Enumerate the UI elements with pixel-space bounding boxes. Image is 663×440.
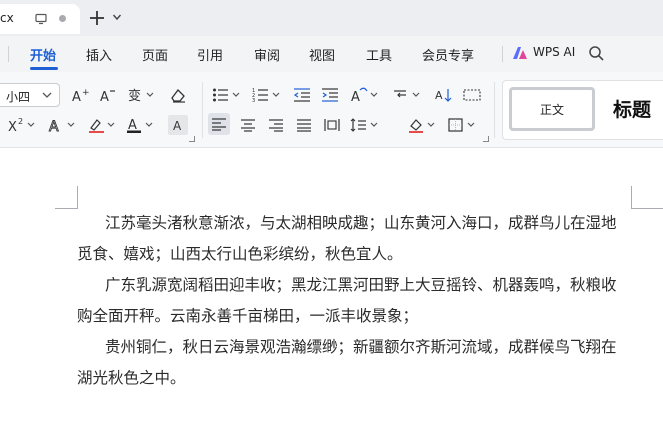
- highlight-icon[interactable]: [88, 115, 118, 135]
- paragraph-1[interactable]: 江苏毫头渚秋意渐浓，与太湖相映成趣；山东黄河入海口，成群鸟儿在湿地 觅食、嬉戏；…: [77, 208, 637, 270]
- menu-divider: [502, 46, 503, 62]
- tab-bar: cx: [0, 0, 663, 36]
- unsaved-dot-icon[interactable]: [59, 15, 66, 22]
- shrink-font-icon[interactable]: A: [98, 85, 118, 105]
- align-center-icon[interactable]: [238, 115, 258, 135]
- char-shading-icon[interactable]: A: [168, 115, 188, 135]
- tab-home[interactable]: 开始: [30, 45, 56, 64]
- tab-member[interactable]: 会员专享: [422, 45, 474, 64]
- distributed-align-icon[interactable]: [322, 115, 342, 135]
- superscript-icon[interactable]: X2: [8, 115, 38, 135]
- ribbon-toolbar: 小四 A + A 变 X2 A A A 123 A A 正文 标题: [0, 72, 663, 148]
- text-line: 购全面开秤。云南永善千亩梯田，一派丰收景象；: [77, 307, 419, 325]
- paragraph-2[interactable]: 广东乳源宽阔稻田迎丰收；黑龙江黑河田野上大豆摇铃、机器轰鸣，秋粮收 购全面开秤。…: [77, 270, 637, 332]
- grow-font-icon[interactable]: A +: [70, 85, 90, 105]
- active-tab-indicator: [30, 67, 58, 70]
- chevron-down-icon: [42, 92, 52, 98]
- svg-text:+: +: [82, 88, 89, 98]
- ribbon-divider: [494, 82, 495, 138]
- style-heading[interactable]: 标题: [613, 95, 651, 122]
- font-dialog-launcher-icon[interactable]: [189, 136, 195, 142]
- ribbon-divider: [202, 82, 203, 138]
- plus-icon[interactable]: [88, 9, 106, 27]
- font-size-select[interactable]: 小四: [0, 83, 60, 107]
- text-direction-icon[interactable]: A: [350, 85, 380, 105]
- phonetic-guide-icon[interactable]: 变: [128, 85, 156, 105]
- justify-icon[interactable]: [294, 115, 314, 135]
- search-icon[interactable]: [588, 45, 605, 62]
- svg-text:A: A: [351, 90, 360, 103]
- text-line: 广东乳源宽阔稻田迎丰收；黑龙江黑河田野上大豆摇铃、机器轰鸣，秋粮收: [105, 276, 617, 294]
- sort-icon[interactable]: A: [434, 85, 454, 105]
- crop-mark-horizontal: [55, 208, 78, 209]
- line-spacing-icon[interactable]: [350, 115, 380, 135]
- svg-text:A: A: [100, 90, 109, 103]
- tab-view[interactable]: 视图: [309, 45, 335, 64]
- document-tab[interactable]: cx: [0, 4, 80, 34]
- svg-text:3: 3: [252, 98, 255, 103]
- font-color-icon[interactable]: A: [126, 115, 156, 135]
- text-effect-icon[interactable]: A: [48, 115, 78, 135]
- menu-bar: 开始 插入 页面 引用 审阅 视图 工具 会员专享 WPS AI: [0, 36, 663, 72]
- svg-text:A: A: [72, 90, 81, 103]
- text-line: 湖光秋色之中。: [77, 369, 186, 387]
- bullet-list-icon[interactable]: [212, 85, 242, 105]
- style-normal-label: 正文: [539, 103, 564, 117]
- tab-review[interactable]: 审阅: [254, 45, 280, 64]
- line-break-icon[interactable]: [392, 85, 422, 105]
- increase-indent-icon[interactable]: [320, 85, 340, 105]
- wps-ai-button[interactable]: WPS AI: [533, 45, 575, 59]
- font-size-value: 小四: [6, 90, 31, 104]
- monitor-icon: [35, 13, 47, 25]
- text-line: 江苏毫头渚秋意渐浓，与太湖相映成趣；山东黄河入海口，成群鸟儿在湿地: [105, 214, 617, 232]
- clear-format-icon[interactable]: [168, 85, 188, 105]
- styles-gallery: 正文 标题: [502, 80, 663, 140]
- svg-text:2: 2: [18, 117, 23, 126]
- document-tab-title: cx: [0, 11, 14, 25]
- paragraph-3[interactable]: 贵州铜仁，秋日云海景观浩瀚缥缈；新疆额尔齐斯河流域，成群候鸟飞翔在 湖光秋色之中…: [77, 332, 637, 394]
- text-line: 贵州铜仁，秋日云海景观浩瀚缥缈；新疆额尔齐斯河流域，成群候鸟飞翔在: [105, 338, 617, 356]
- tab-insert[interactable]: 插入: [86, 45, 112, 64]
- svg-text:X: X: [8, 120, 17, 133]
- chevron-down-icon[interactable]: [112, 12, 122, 22]
- svg-text:A: A: [435, 89, 443, 102]
- svg-text:变: 变: [128, 88, 141, 103]
- menu-divider: [8, 46, 9, 62]
- numbered-list-icon[interactable]: 123: [252, 85, 282, 105]
- svg-text:A: A: [173, 119, 182, 132]
- tab-references[interactable]: 引用: [197, 45, 223, 64]
- show-marks-icon[interactable]: [462, 85, 482, 105]
- decrease-indent-icon[interactable]: [292, 85, 312, 105]
- shading-icon[interactable]: [408, 115, 438, 135]
- paragraph-dialog-launcher-icon[interactable]: [483, 136, 489, 142]
- crop-mark-vertical: [631, 186, 632, 208]
- tab-page[interactable]: 页面: [142, 45, 168, 64]
- align-left-icon[interactable]: [208, 113, 230, 135]
- text-line: 觅食、嬉戏；山西太行山色彩缤纷，秋色宜人。: [77, 245, 403, 263]
- borders-icon[interactable]: [448, 115, 478, 135]
- svg-text:A: A: [49, 119, 59, 133]
- tab-tools[interactable]: 工具: [366, 45, 392, 64]
- style-normal[interactable]: 正文: [509, 87, 595, 131]
- crop-mark-vertical: [77, 186, 78, 208]
- document-page[interactable]: 江苏毫头渚秋意渐浓，与太湖相映成趣；山东黄河入海口，成群鸟儿在湿地 觅食、嬉戏；…: [0, 148, 663, 440]
- wps-ai-logo-icon[interactable]: [512, 46, 528, 60]
- align-right-icon[interactable]: [266, 115, 286, 135]
